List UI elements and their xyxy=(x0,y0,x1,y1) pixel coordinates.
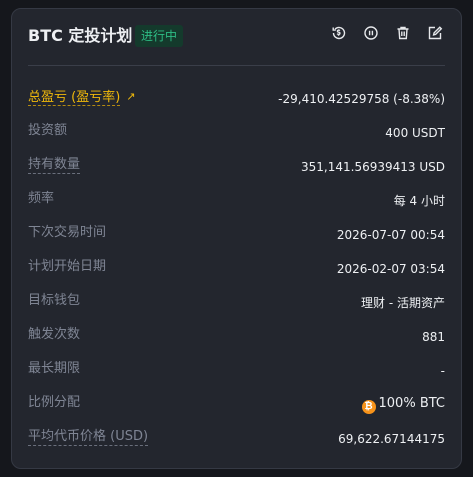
target-wallet-label: 目标钱包 xyxy=(28,293,81,308)
total-pnl-value: -29,410.42529758 (-8.38%) xyxy=(278,92,445,106)
external-arrow-icon: ↗ xyxy=(126,90,136,103)
next-trade-label: 下次交易时间 xyxy=(28,225,107,240)
header-divider xyxy=(28,65,445,66)
frequency-label: 频率 xyxy=(28,191,55,206)
holdings-label[interactable]: 持有数量 xyxy=(28,157,81,174)
allocation-label: 比例分配 xyxy=(28,395,81,410)
pause-button[interactable] xyxy=(361,23,381,43)
investment-value: 400 USDT xyxy=(385,126,445,140)
detail-row-next-trade: 下次交易时间 2026-07-07 00:54 xyxy=(12,217,461,251)
delete-icon xyxy=(397,26,409,40)
detail-row-frequency: 频率 每 4 小时 xyxy=(12,183,461,217)
header-actions xyxy=(329,23,445,43)
max-duration-value: - xyxy=(440,364,445,378)
detail-row-max-duration: 最长期限 - xyxy=(12,353,461,387)
history-icon xyxy=(332,26,346,40)
plan-title: BTC 定投计划 xyxy=(28,26,133,45)
target-wallet-value: 理财 - 活期资产 xyxy=(361,296,445,310)
investment-label: 投资额 xyxy=(28,123,68,138)
delete-button[interactable] xyxy=(393,23,413,43)
detail-row-holdings: 持有数量 351,141.56939413 USD xyxy=(12,149,461,183)
trigger-count-value: 881 xyxy=(422,330,445,344)
detail-row-target-wallet: 目标钱包 理财 - 活期资产 xyxy=(12,285,461,319)
holdings-value: 351,141.56939413 USD xyxy=(301,160,445,174)
avg-price-value: 69,622.67144175 xyxy=(338,432,445,446)
edit-icon xyxy=(428,26,443,40)
card-header: BTC 定投计划 进行中 xyxy=(12,9,461,65)
dca-plan-card: BTC 定投计划 进行中 总盈亏 (盈亏率) ↗ -29,410.4252975… xyxy=(11,8,462,469)
plan-details: 总盈亏 (盈亏率) ↗ -29,410.42529758 (-8.38%) 投资额… xyxy=(12,81,461,455)
detail-row-trigger-count: 触发次数 881 xyxy=(12,319,461,353)
edit-button[interactable] xyxy=(425,23,445,43)
allocation-value: ₿ 100% BTC xyxy=(361,396,445,414)
trigger-count-label: 触发次数 xyxy=(28,327,81,342)
start-date-label: 计划开始日期 xyxy=(28,259,107,274)
avg-price-label[interactable]: 平均代币价格 (USD) xyxy=(28,429,149,446)
total-pnl-label[interactable]: 总盈亏 (盈亏率) ↗ xyxy=(28,89,136,106)
detail-row-start-date: 计划开始日期 2026-02-07 03:54 xyxy=(12,251,461,285)
allocation-text: 100% BTC xyxy=(378,396,445,411)
status-badge: 进行中 xyxy=(135,25,184,47)
detail-row-investment: 投资额 400 USDT xyxy=(12,115,461,149)
detail-row-total-pnl: 总盈亏 (盈亏率) ↗ -29,410.42529758 (-8.38%) xyxy=(12,81,461,115)
btc-coin-icon: ₿ xyxy=(361,400,376,414)
frequency-value: 每 4 小时 xyxy=(393,194,445,208)
max-duration-label: 最长期限 xyxy=(28,361,81,376)
history-button[interactable] xyxy=(329,23,349,43)
pause-icon xyxy=(364,26,378,40)
detail-row-allocation: 比例分配 ₿ 100% BTC xyxy=(12,387,461,421)
start-date-value: 2026-02-07 03:54 xyxy=(336,262,445,276)
detail-row-avg-price: 平均代币价格 (USD) 69,622.67144175 xyxy=(12,421,461,455)
next-trade-value: 2026-07-07 00:54 xyxy=(336,228,445,242)
